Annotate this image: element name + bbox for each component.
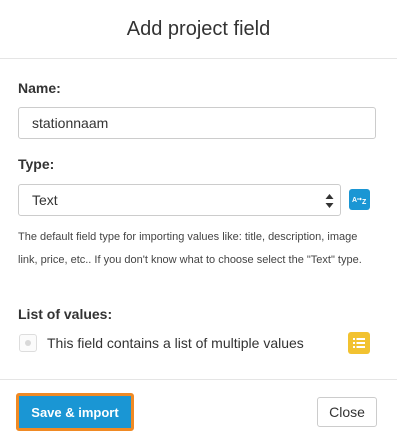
type-select[interactable]: Text <box>18 184 341 216</box>
svg-text:Z: Z <box>362 199 367 205</box>
save-and-import-button[interactable]: Save & import <box>16 393 134 431</box>
select-arrows-icon <box>325 194 334 208</box>
type-help-text: The default field type for importing val… <box>18 231 362 266</box>
add-project-field-dialog: Add project field Name: Type: Text A Z T… <box>0 0 397 443</box>
name-label: Name: <box>18 80 61 96</box>
list-icon[interactable] <box>348 332 370 354</box>
list-checkbox-label[interactable]: This field contains a list of multiple v… <box>47 335 304 351</box>
type-label: Type: <box>18 156 55 172</box>
az-sort-icon[interactable]: A Z <box>349 189 370 210</box>
list-checkbox[interactable] <box>19 334 37 352</box>
az-glyph: A Z <box>352 197 367 205</box>
list-glyph <box>353 338 365 348</box>
dialog-title: Add project field <box>126 17 271 40</box>
list-of-values-label: List of values: <box>18 306 113 322</box>
footer-divider <box>0 379 397 380</box>
checkbox-dot <box>25 340 31 346</box>
close-button[interactable]: Close <box>317 397 377 427</box>
type-selected-value: Text <box>32 192 58 208</box>
dialog-header: Add project field <box>0 0 397 59</box>
name-input[interactable] <box>18 107 376 139</box>
svg-text:A: A <box>352 197 357 204</box>
